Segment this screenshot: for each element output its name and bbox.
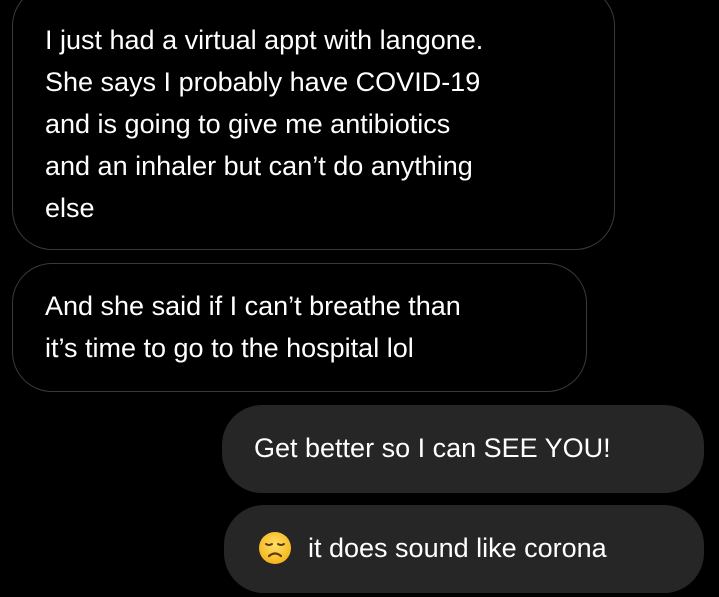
message-bubble-incoming[interactable]: And she said if I can’t breathe than it’… <box>12 263 587 392</box>
message-bubble-outgoing[interactable]: it does sound like corona <box>224 505 704 593</box>
message-text: And she said if I can’t breathe than it’… <box>45 291 461 363</box>
message-text: I just had a virtual appt with langone. … <box>45 25 484 223</box>
message-text: Get better so I can SEE YOU! <box>254 433 611 463</box>
disappointed-face-icon <box>258 531 292 565</box>
message-bubble-outgoing[interactable]: Get better so I can SEE YOU! <box>222 405 704 493</box>
message-text: it does sound like corona <box>308 533 607 563</box>
message-bubble-incoming[interactable]: I just had a virtual appt with langone. … <box>12 0 615 250</box>
message-thread: I just had a virtual appt with langone. … <box>0 0 719 597</box>
